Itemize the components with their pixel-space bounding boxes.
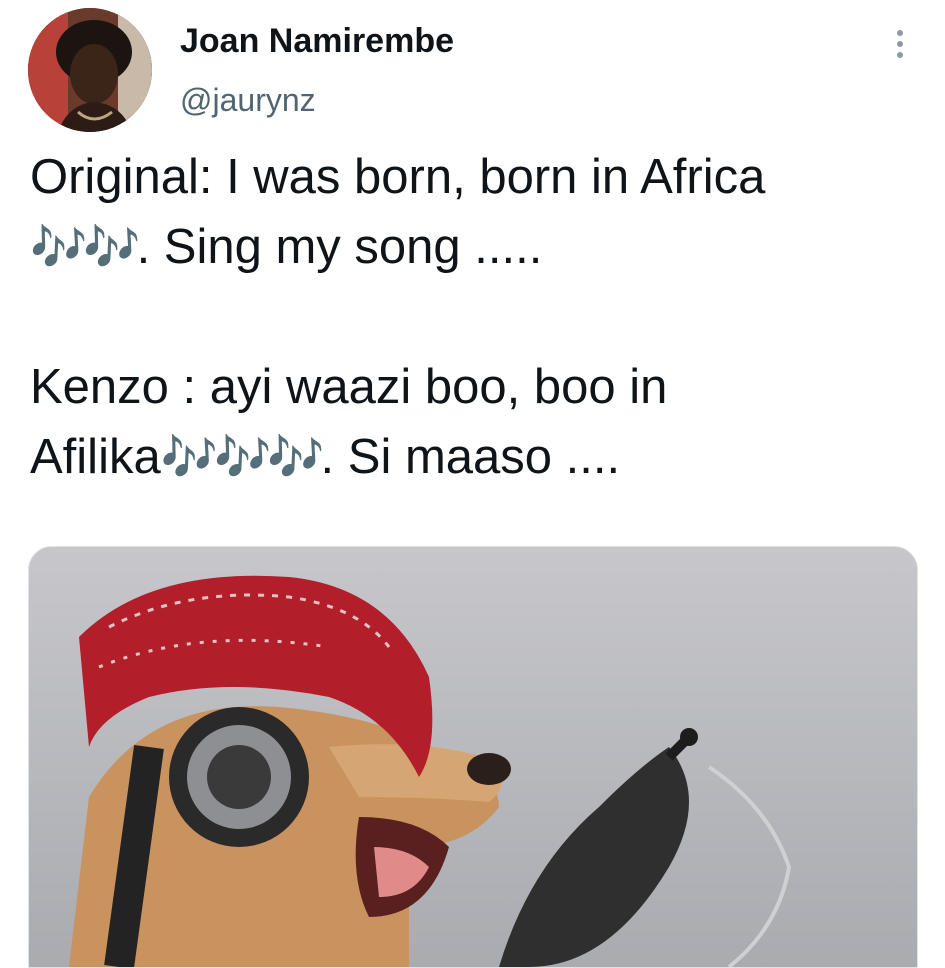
tweet-line: 🎶🎶. Sing my song ..... (30, 212, 920, 282)
display-name[interactable]: Joan Namirembe (180, 22, 454, 61)
tweet-line: Original: I was born, born in Africa (30, 150, 766, 204)
tweet-line: Afilika🎶🎶🎶. Si maaso .... (30, 422, 920, 492)
tweet-media-image[interactable] (28, 546, 918, 968)
music-notes-emoji: 🎶🎶 (30, 221, 141, 273)
meme-photo (29, 547, 917, 967)
more-vertical-icon (897, 30, 903, 36)
more-options-button[interactable] (884, 24, 916, 64)
tweet-text: Original: I was born, born in Africa 🎶🎶.… (30, 142, 920, 492)
user-handle[interactable]: @jaurynz (180, 82, 316, 119)
music-notes-emoji: 🎶🎶🎶 (160, 431, 325, 483)
avatar[interactable] (28, 8, 152, 132)
tweet-line: Kenzo : ayi waazi boo, boo in (30, 360, 668, 414)
profile-photo (28, 8, 152, 132)
